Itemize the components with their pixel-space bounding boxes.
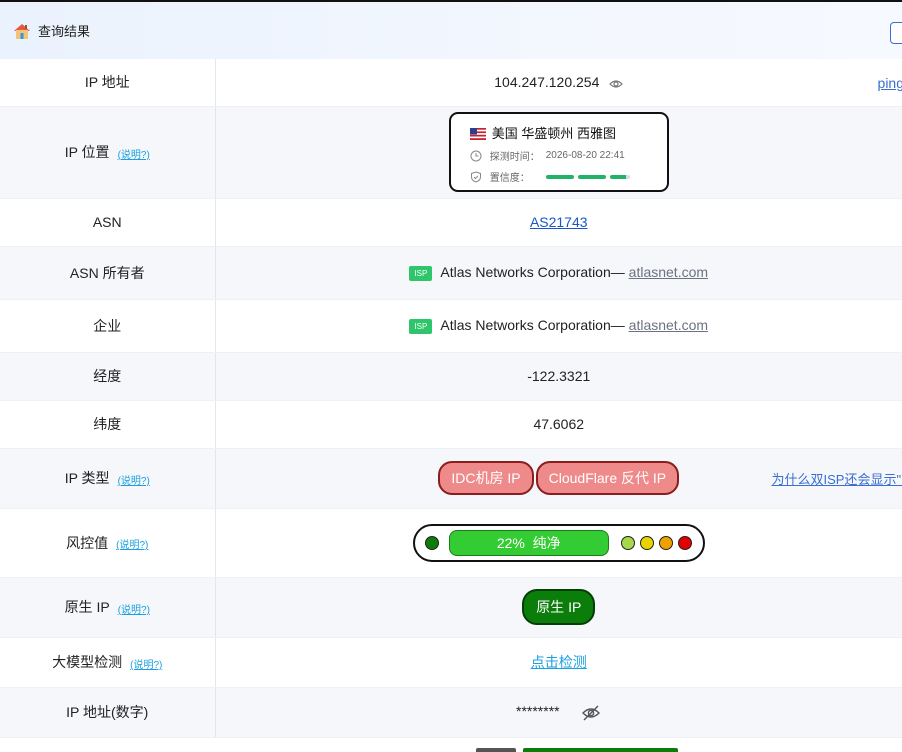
row-label: 原生 IP	[64, 599, 110, 615]
company-domain-link[interactable]: atlasnet.com	[629, 317, 708, 333]
next-row-element	[523, 748, 678, 752]
row-label: ASN 所有者	[0, 246, 216, 300]
row-label: 企业	[0, 299, 216, 353]
table-row: 纬度 47.6062	[0, 400, 902, 449]
risk-dot	[620, 535, 635, 550]
shield-icon	[470, 170, 481, 183]
clock-icon	[470, 150, 482, 161]
row-label: 风控值	[66, 534, 109, 551]
latitude-value: 47.6062	[215, 400, 902, 449]
table-row: IP 类型 (说明?) IDC机房 IP CloudFlare 反代 IP 为什么双…	[0, 448, 902, 509]
result-table: IP 地址 104.247.120.254 ping IP 位置 (说明?) 美…	[0, 59, 902, 738]
row-label: IP 地址	[0, 59, 216, 107]
confidence-bar	[545, 174, 630, 179]
table-row: ASN AS21743	[0, 198, 902, 247]
ip-address: 104.247.120.254	[494, 74, 600, 91]
next-row-element	[476, 748, 516, 752]
risk-dot	[658, 535, 673, 550]
help-link[interactable]: (说明?)	[118, 150, 150, 161]
native-ip-badge: 原生 IP	[522, 589, 596, 625]
row-label: IP 位置	[64, 144, 110, 160]
table-row: 大模型检测 (说明?) 点击检测	[0, 637, 902, 688]
row-label: 经度	[0, 352, 216, 401]
asn-owner-name: Atlas Networks Corporation—	[440, 264, 625, 281]
risk-meter: 22% 纯净	[412, 523, 705, 562]
help-link[interactable]: (说明?)	[130, 660, 162, 671]
table-row: IP 地址(数字) ********	[0, 687, 902, 738]
row-label: 纬度	[0, 400, 216, 449]
header-action-button[interactable]	[890, 22, 902, 44]
row-label: IP 地址(数字)	[0, 687, 216, 738]
risk-text: 纯净	[532, 534, 561, 551]
risk-bar: 22% 纯净	[448, 529, 609, 556]
result-header: 查询结果	[0, 2, 902, 59]
table-row: 经度 -122.3321	[0, 352, 902, 401]
ping-link[interactable]: ping	[878, 75, 902, 91]
risk-percent: 22%	[496, 534, 525, 551]
help-link[interactable]: (说明?)	[116, 540, 148, 551]
table-row: 风控值 (说明?) 22% 纯净	[0, 508, 902, 578]
ip-type-tag: CloudFlare 反代 IP	[535, 461, 680, 495]
company-name: Atlas Networks Corporation—	[440, 317, 625, 334]
us-flag-icon	[469, 128, 486, 140]
table-row: 原生 IP (说明?) 原生 IP	[0, 577, 902, 638]
help-link[interactable]: (说明?)	[118, 476, 150, 487]
table-row: 企业 ISP Atlas Networks Corporation— atlasn…	[0, 299, 902, 353]
location-card: 美国 华盛顿州 西雅图 探测时间： 2026-08-20 22:41 置信度：	[448, 112, 669, 192]
risk-dot	[639, 535, 654, 550]
header-title: 查询结果	[38, 24, 91, 39]
isp-badge: ISP	[409, 318, 433, 334]
row-label: ASN	[0, 198, 216, 247]
row-label: 大模型检测	[52, 654, 123, 670]
ip-numeric-value: ********	[516, 703, 560, 720]
click-detect-link[interactable]: 点击检测	[531, 654, 587, 670]
eye-off-icon[interactable]	[581, 705, 601, 721]
eye-icon[interactable]	[609, 79, 624, 89]
risk-dot	[677, 535, 692, 550]
table-row: ASN 所有者 ISP Atlas Networks Corporation— a…	[0, 246, 902, 300]
table-row: IP 位置 (说明?) 美国 华盛顿州 西雅图 探测时间： 2026-08-20…	[0, 106, 902, 199]
asn-link[interactable]: AS21743	[530, 214, 588, 230]
confidence-label: 置信度：	[489, 173, 530, 184]
table-row: IP 地址 104.247.120.254 ping	[0, 59, 902, 107]
why-dual-isp-link[interactable]: 为什么双ISP还会显示"IDC	[772, 469, 902, 488]
home-icon	[14, 23, 30, 39]
isp-badge: ISP	[409, 265, 433, 281]
help-link[interactable]: (说明?)	[118, 605, 150, 616]
asn-owner-domain-link[interactable]: atlasnet.com	[629, 264, 708, 280]
risk-dot	[424, 535, 439, 550]
longitude-value: -122.3321	[215, 352, 902, 401]
detect-time-label: 探测时间：	[489, 152, 540, 163]
ip-type-tag: IDC机房 IP	[438, 461, 534, 495]
location-place: 美国 华盛顿州 西雅图	[491, 126, 616, 141]
row-label: IP 类型	[64, 470, 110, 486]
detect-time-value: 2026-08-20 22:41	[545, 150, 625, 161]
